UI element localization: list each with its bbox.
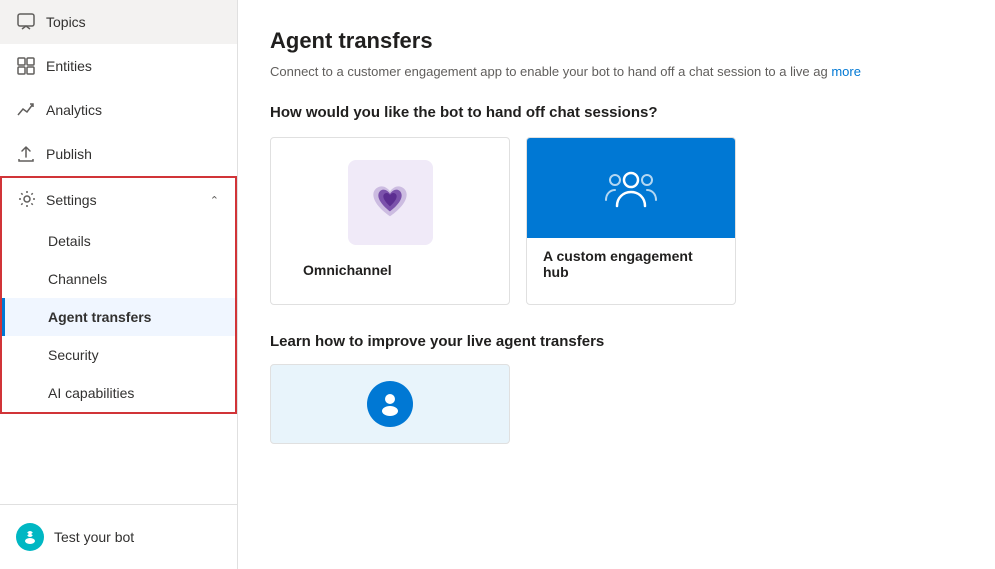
sidebar-item-topics-label: Topics xyxy=(46,14,86,30)
sidebar-item-settings-label: Settings xyxy=(46,192,97,208)
bot-avatar xyxy=(16,523,44,551)
settings-section: Settings ⌃ Details Channels Agent transf… xyxy=(0,176,237,414)
learn-cards-row xyxy=(270,364,963,444)
sidebar-sub-ai-label: AI capabilities xyxy=(48,385,134,401)
sidebar-item-analytics[interactable]: Analytics xyxy=(0,88,237,132)
omnichannel-logo-bg xyxy=(348,160,433,245)
learn-card[interactable] xyxy=(270,364,510,444)
settings-chevron-icon: ⌃ xyxy=(210,194,219,207)
sidebar-scroll: Topics Entities Analytics xyxy=(0,0,237,504)
custom-hub-icon-area xyxy=(527,138,735,238)
sidebar-sub-item-channels[interactable]: Channels xyxy=(2,260,235,298)
main-content: Agent transfers Connect to a customer en… xyxy=(238,0,995,569)
handoff-question: How would you like the bot to hand off c… xyxy=(270,104,963,121)
omnichannel-icon-area xyxy=(345,158,435,248)
sidebar-sub-channels-label: Channels xyxy=(48,271,107,287)
learn-section-title: Learn how to improve your live agent tra… xyxy=(270,333,963,350)
custom-hub-card[interactable]: A custom engagement hub xyxy=(526,137,736,305)
sidebar-bottom: Test your bot xyxy=(0,504,237,569)
sidebar-item-publish-label: Publish xyxy=(46,146,92,162)
settings-icon xyxy=(18,190,36,211)
sidebar-item-analytics-label: Analytics xyxy=(46,102,102,118)
entities-icon xyxy=(16,56,36,76)
sidebar-sub-security-label: Security xyxy=(48,347,99,363)
sidebar-item-publish[interactable]: Publish xyxy=(0,132,237,176)
sidebar-item-entities[interactable]: Entities xyxy=(0,44,237,88)
subtitle-text: Connect to a customer engagement app to … xyxy=(270,64,828,79)
learn-avatar xyxy=(367,381,413,427)
topics-icon xyxy=(16,12,36,32)
sidebar-sub-item-agent-transfers[interactable]: Agent transfers xyxy=(2,298,235,336)
sidebar: Topics Entities Analytics xyxy=(0,0,238,569)
omnichannel-card-label: Omnichannel xyxy=(287,258,493,288)
sidebar-sub-item-ai-capabilities[interactable]: AI capabilities xyxy=(2,374,235,412)
sidebar-item-settings[interactable]: Settings ⌃ xyxy=(2,178,235,222)
sidebar-sub-details-label: Details xyxy=(48,233,91,249)
analytics-icon xyxy=(16,100,36,120)
page-subtitle: Connect to a customer engagement app to … xyxy=(270,62,950,82)
omnichannel-card[interactable]: Omnichannel xyxy=(270,137,510,305)
sidebar-item-topics[interactable]: Topics xyxy=(0,0,237,44)
test-bot-label: Test your bot xyxy=(54,529,134,545)
test-bot-button[interactable]: Test your bot xyxy=(0,513,237,561)
sidebar-sub-item-details[interactable]: Details xyxy=(2,222,235,260)
custom-hub-card-label: A custom engagement hub xyxy=(527,238,735,290)
publish-icon xyxy=(16,144,36,164)
option-cards-row: Omnichannel A custom engagement hub xyxy=(270,137,963,305)
sidebar-item-entities-label: Entities xyxy=(46,58,92,74)
sidebar-sub-agent-transfers-label: Agent transfers xyxy=(48,309,151,325)
sidebar-sub-item-security[interactable]: Security xyxy=(2,336,235,374)
subtitle-more-link[interactable]: more xyxy=(831,64,861,79)
page-title: Agent transfers xyxy=(270,28,963,54)
